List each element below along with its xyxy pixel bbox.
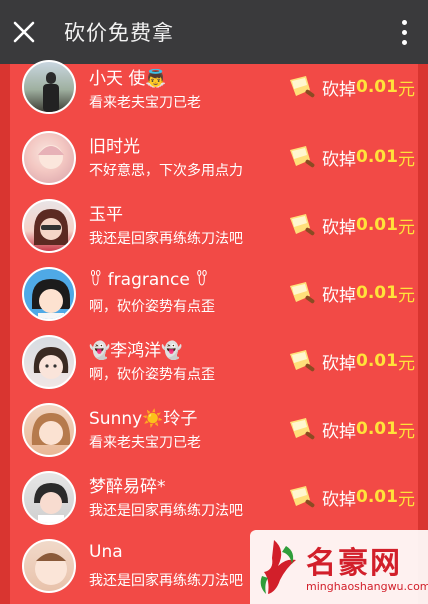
avatar[interactable] xyxy=(22,60,76,114)
cleaver-icon xyxy=(290,76,315,98)
user-message: 啊，砍价姿势有点歪 xyxy=(89,299,215,315)
user-message: 我还是回家再练练刀法吧 xyxy=(89,573,243,589)
list-item: 小天 使👼 看来老夫宝刀已老 砍掉 0.01 元 xyxy=(10,60,418,132)
cut-amount: 0.01 xyxy=(356,147,398,167)
top-bar: 砍价免费拿 xyxy=(0,0,428,64)
list-item: 👻李鸿洋👻 啊，砍价姿势有点歪 砍掉 0.01 元 xyxy=(10,332,418,400)
list-item: 梦醉易碎* 我还是回家再练练刀法吧 砍掉 0.01 元 xyxy=(10,468,418,536)
list-item: 玉平 我还是回家再练练刀法吧 砍掉 0.01 元 xyxy=(10,196,418,264)
cut-unit: 元 xyxy=(397,217,415,238)
user-name: Una xyxy=(89,542,123,562)
user-message: 不好意思，下次多用点力 xyxy=(89,163,243,179)
watermark-logo xyxy=(260,540,296,594)
list-item: Sunny☀️玲子 看来老夫宝刀已老 砍掉 0.01 元 xyxy=(10,400,418,468)
avatar[interactable] xyxy=(22,471,76,525)
cleaver-icon xyxy=(290,350,315,372)
cut-amount: 0.01 xyxy=(356,351,398,371)
cut-result: 砍掉 0.01 元 xyxy=(286,414,415,444)
cut-label: 砍掉 xyxy=(322,149,356,170)
cut-label: 砍掉 xyxy=(322,79,356,100)
cleaver-icon xyxy=(290,282,315,304)
cut-label: 砍掉 xyxy=(322,285,356,306)
cut-amount: 0.01 xyxy=(356,283,398,303)
avatar[interactable] xyxy=(22,199,76,253)
user-name: 旧时光 xyxy=(89,137,140,157)
user-name: 玉平 xyxy=(89,205,123,225)
user-message: 我还是回家再练练刀法吧 xyxy=(89,231,243,247)
cut-label: 砍掉 xyxy=(322,353,356,374)
avatar[interactable] xyxy=(22,335,76,389)
cut-result: 砍掉 0.01 元 xyxy=(286,346,415,376)
close-icon xyxy=(13,21,35,43)
more-vertical-icon xyxy=(401,19,407,25)
cut-amount: 0.01 xyxy=(356,215,398,235)
user-message: 看来老夫宝刀已老 xyxy=(89,435,201,451)
cut-amount: 0.01 xyxy=(356,77,398,97)
watermark-title: 名豪网 xyxy=(306,546,402,581)
cut-result: 砍掉 0.01 元 xyxy=(286,72,415,102)
user-message: 看来老夫宝刀已老 xyxy=(89,95,201,111)
user-name: 小天 使👼 xyxy=(89,69,167,89)
page-title: 砍价免费拿 xyxy=(64,21,174,45)
user-message: 我还是回家再练练刀法吧 xyxy=(89,503,243,519)
avatar[interactable] xyxy=(22,539,76,593)
cut-label: 砍掉 xyxy=(322,217,356,238)
user-name: Sunny☀️玲子 xyxy=(89,409,198,429)
bargain-list: 小天 使👼 看来老夫宝刀已老 砍掉 0.01 元 旧时光 不好意思，下次多用点力 砍… xyxy=(10,60,418,604)
cut-label: 砍掉 xyxy=(322,421,356,442)
cut-result: 砍掉 0.01 元 xyxy=(286,278,415,308)
list-item: 旧时光 不好意思，下次多用点力 砍掉 0.01 元 xyxy=(10,128,418,196)
user-name: 👻李鸿洋👻 xyxy=(89,341,183,361)
more-menu-button[interactable] xyxy=(390,0,418,64)
cut-result: 砍掉 0.01 元 xyxy=(286,210,415,240)
cleaver-icon xyxy=(290,146,315,168)
cut-unit: 元 xyxy=(397,79,415,100)
cut-result: 砍掉 0.01 元 xyxy=(286,142,415,172)
cut-unit: 元 xyxy=(397,353,415,374)
list-item: ꀎ fragrance ꀎ 啊，砍价姿势有点歪 砍掉 0.01 元 xyxy=(10,264,418,332)
cut-unit: 元 xyxy=(397,285,415,306)
user-message: 啊，砍价姿势有点歪 xyxy=(89,367,215,383)
cut-unit: 元 xyxy=(397,489,415,510)
cut-amount: 0.01 xyxy=(356,487,398,507)
watermark: 名豪网 minghaoshangwu.com xyxy=(250,530,428,604)
user-name: ꀎ fragrance ꀎ xyxy=(89,270,209,290)
cut-amount: 0.01 xyxy=(356,419,398,439)
cut-unit: 元 xyxy=(397,149,415,170)
avatar[interactable] xyxy=(22,403,76,457)
avatar[interactable] xyxy=(22,267,76,321)
cut-label: 砍掉 xyxy=(322,489,356,510)
cut-result: 砍掉 0.01 元 xyxy=(286,482,415,512)
cleaver-icon xyxy=(290,214,315,236)
cut-unit: 元 xyxy=(397,421,415,442)
close-button[interactable] xyxy=(0,0,48,64)
watermark-url: minghaoshangwu.com xyxy=(306,580,428,593)
cleaver-icon xyxy=(290,486,315,508)
user-name: 梦醉易碎* xyxy=(89,477,166,497)
avatar[interactable] xyxy=(22,131,76,185)
cleaver-icon xyxy=(290,418,315,440)
